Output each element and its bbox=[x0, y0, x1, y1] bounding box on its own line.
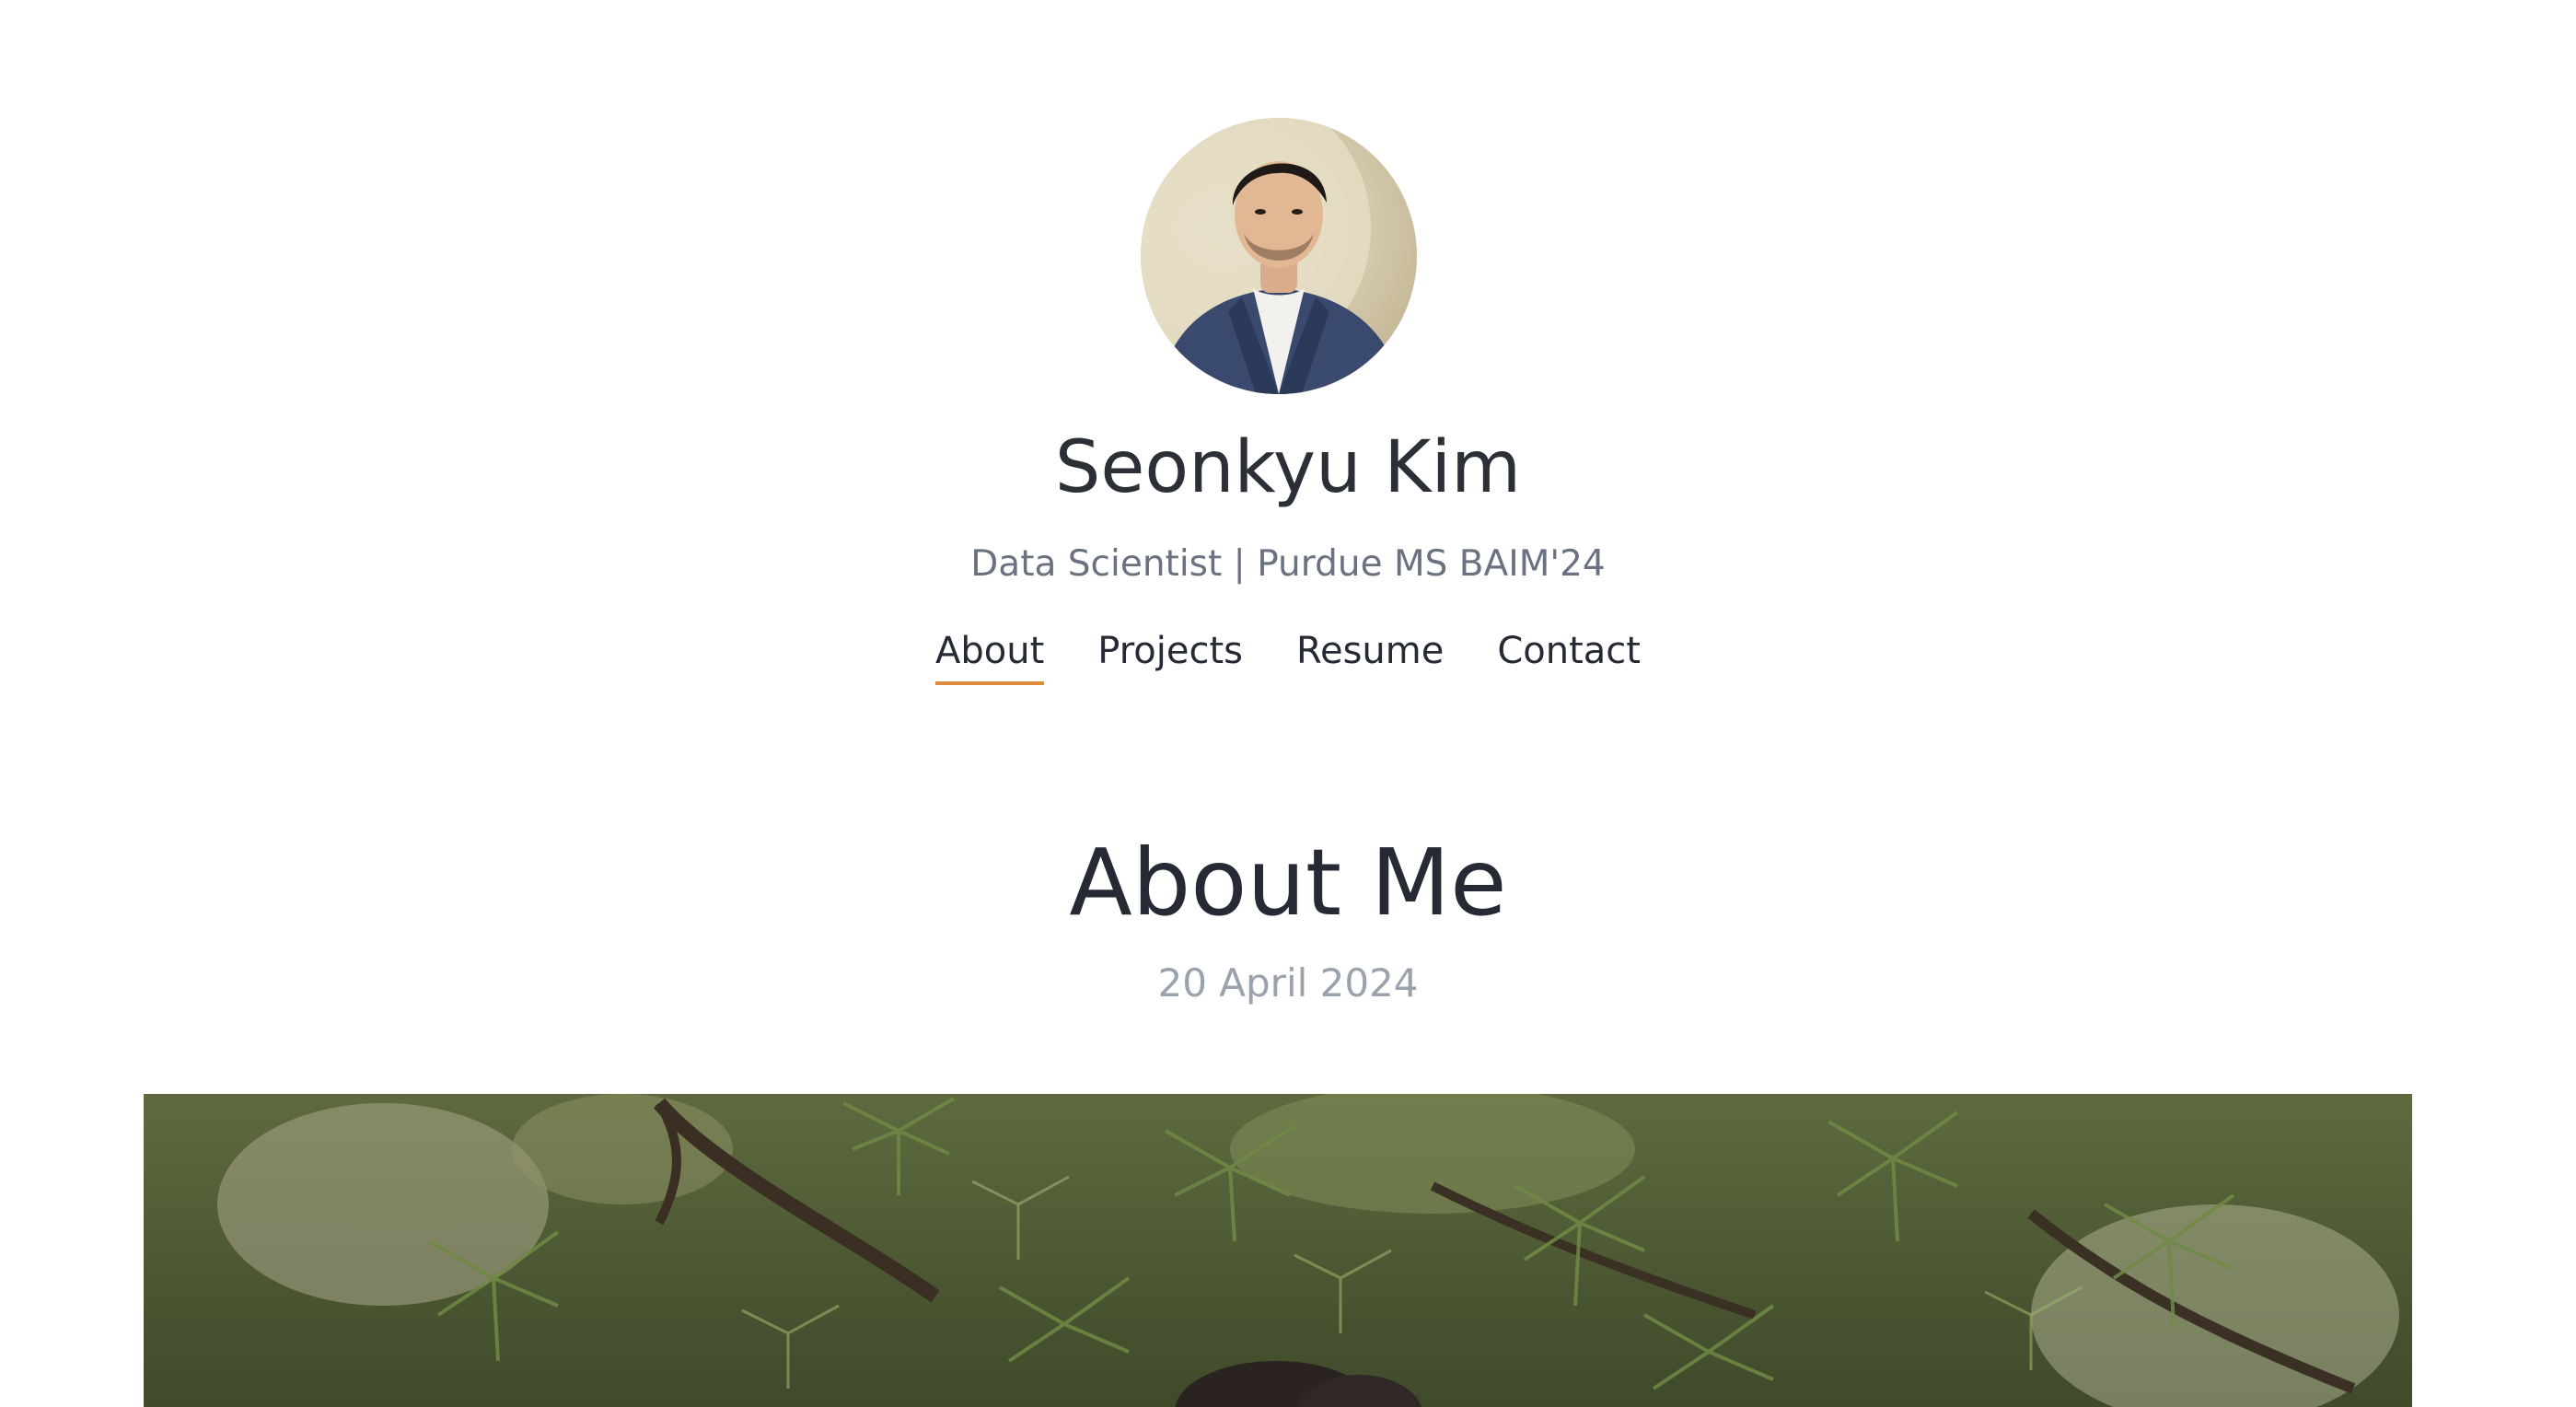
site-title[interactable]: Seonkyu Kim bbox=[0, 426, 2576, 509]
pine-tree-photo bbox=[144, 1094, 2412, 1407]
post-date: 20 April 2024 bbox=[1157, 960, 1419, 1006]
page-title: About Me bbox=[1069, 829, 1507, 936]
hero-image bbox=[144, 1094, 2412, 1407]
nav-item-contact[interactable]: Contact bbox=[1497, 630, 1641, 685]
page: Seonkyu Kim Data Scientist | Purdue MS B… bbox=[0, 0, 2576, 1407]
profile-photo bbox=[1141, 118, 1403, 394]
nav-item-about[interactable]: About bbox=[935, 630, 1045, 685]
nav-item-projects[interactable]: Projects bbox=[1097, 630, 1243, 685]
nav-item-resume[interactable]: Resume bbox=[1296, 630, 1444, 685]
main-nav: About Projects Resume Contact bbox=[0, 630, 2576, 685]
site-tagline: Data Scientist | Purdue MS BAIM'24 bbox=[970, 543, 1606, 585]
avatar[interactable] bbox=[1141, 118, 1417, 394]
